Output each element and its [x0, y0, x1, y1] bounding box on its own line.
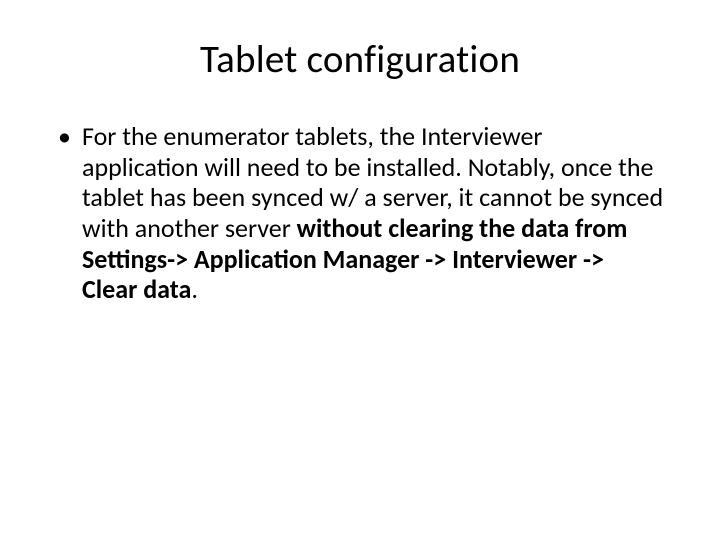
bullet-text-part3: . [191, 273, 198, 305]
bullet-item: For the enumerator tablets, the Intervie… [82, 121, 664, 305]
slide: Tablet configuration For the enumerator … [0, 0, 720, 540]
content-area: For the enumerator tablets, the Intervie… [56, 121, 664, 305]
slide-title: Tablet configuration [56, 36, 664, 83]
